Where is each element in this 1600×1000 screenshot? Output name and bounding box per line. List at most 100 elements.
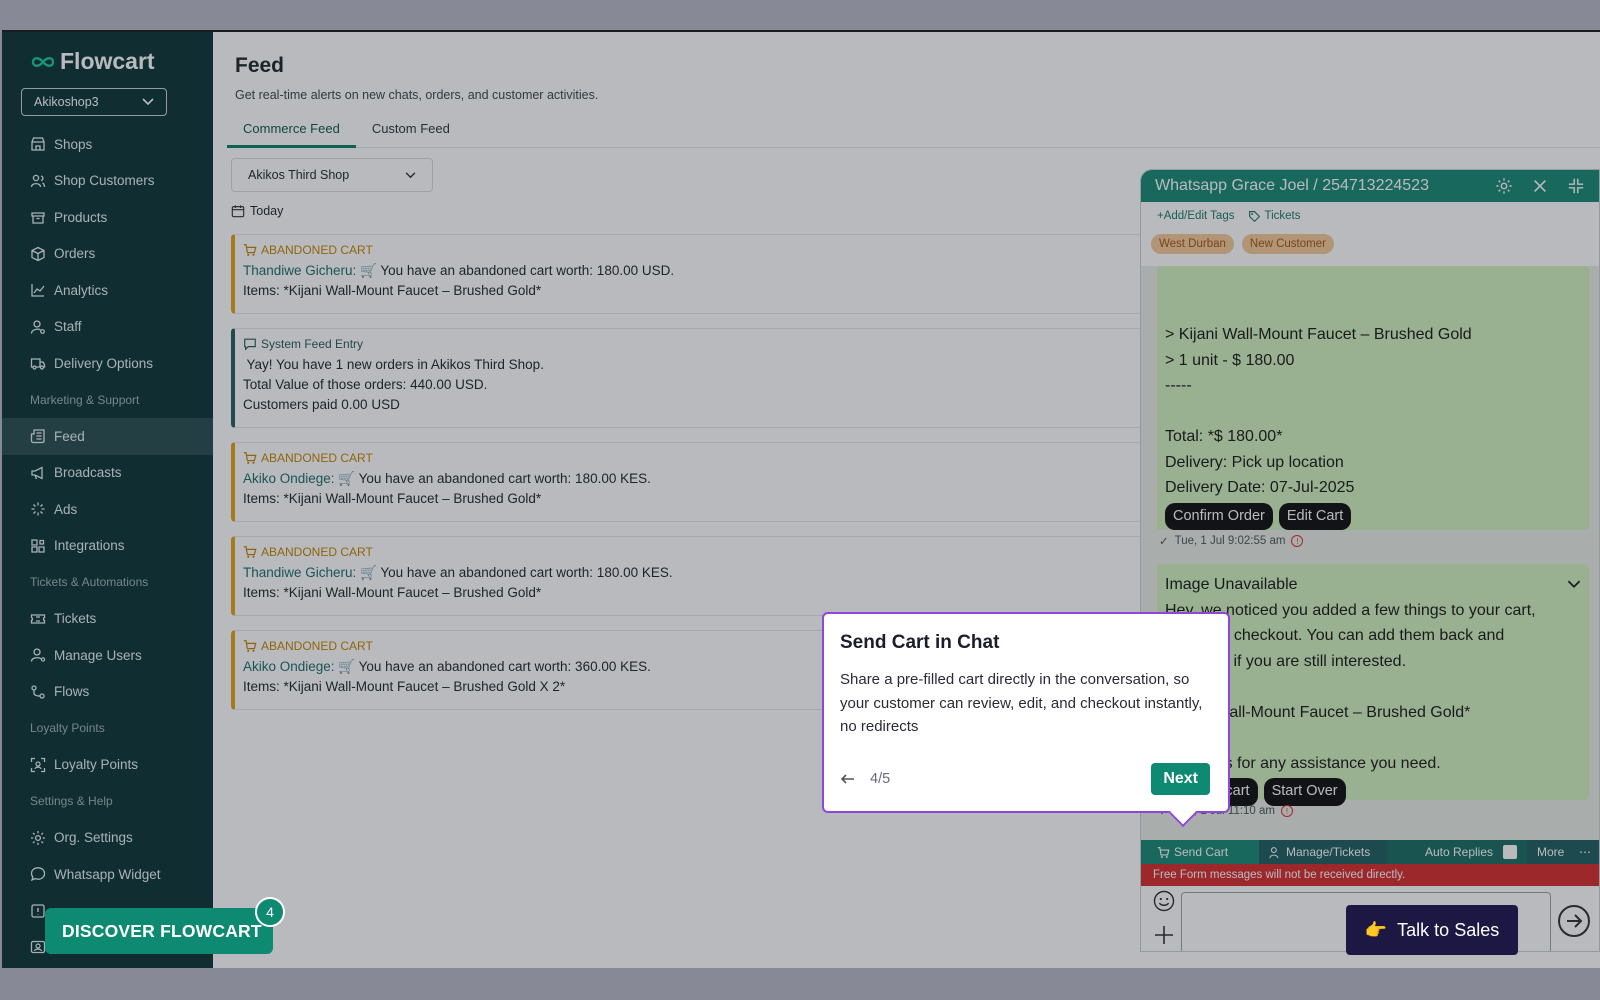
sidebar-item-whatsapp-widget[interactable]: Whatsapp Widget — [2, 856, 213, 893]
sidebar-item-org-settings[interactable]: Org. Settings — [2, 820, 213, 857]
feed-card-kind-label: ABANDONED CART — [261, 243, 373, 257]
tab-commerce-feed[interactable]: Commerce Feed — [227, 114, 356, 148]
sidebar-item-ads[interactable]: Ads — [2, 491, 213, 528]
feed-card-kind-label: ABANDONED CART — [261, 451, 373, 465]
id-card-icon — [30, 941, 46, 954]
message-line: Delivery: Pick up location — [1165, 453, 1344, 471]
auto-replies-checkbox[interactable] — [1503, 845, 1517, 859]
auto-replies-label: Auto Replies — [1424, 845, 1493, 859]
message-timestamp: ✓ Tue, 1 Jul 9:02:55 am ! — [1159, 534, 1304, 548]
free-form-warning: Free Form messages will not be received … — [1141, 864, 1599, 886]
more-button[interactable]: More ⋯ — [1527, 840, 1599, 864]
message-line: > Kijani Wall-Mount Faucet – Brushed Gol… — [1165, 326, 1472, 343]
send-cart-label: Send Cart — [1174, 845, 1229, 859]
tickets-link[interactable]: Tickets — [1248, 210, 1300, 223]
sidebar-item-shops[interactable]: Shops — [2, 126, 213, 163]
sidebar-item-flows[interactable]: Flows — [2, 674, 213, 711]
customer-name-link[interactable]: Akiko Ondiege: — [243, 659, 335, 674]
message-line: Total: *$ 180.00* — [1165, 428, 1283, 445]
sidebar-item-loyalty-points[interactable]: Loyalty Points — [2, 747, 213, 784]
tour-body: Share a pre-filled cart directly in the … — [840, 671, 1203, 735]
sidebar-item-label: Shop Customers — [54, 173, 155, 189]
plus-icon[interactable] — [1153, 924, 1175, 946]
close-icon[interactable] — [1531, 177, 1549, 195]
user-cog-icon — [30, 648, 46, 662]
cart-icon — [243, 640, 257, 652]
tour-footer: 4/5 Next — [840, 763, 1210, 795]
customer-name-link[interactable]: Akiko Ondiege: — [243, 471, 335, 486]
manage-tickets-label: Manage/Tickets — [1286, 845, 1371, 859]
edit-cart-button[interactable]: Edit Cart — [1278, 502, 1352, 530]
nav-section-heading: Settings & Help — [30, 794, 113, 809]
send-arrow-icon[interactable] — [1557, 904, 1591, 938]
image-unavailable: Image Unavailable — [1165, 576, 1298, 593]
tour-popover: Send Cart in Chat Share a pre-filled car… — [822, 612, 1230, 828]
sidebar-item-label: Delivery Options — [54, 355, 154, 371]
chevron-down-icon[interactable] — [1567, 580, 1581, 589]
sidebar: Flowcart Akikoshop3 Shops Shop Customers P… — [2, 32, 213, 968]
sidebar-item-feed[interactable]: Feed — [2, 418, 213, 455]
cart-icon — [243, 546, 257, 558]
auto-replies-toggle[interactable]: Auto Replies — [1387, 840, 1527, 864]
sidebar-item-products[interactable]: Products — [2, 199, 213, 236]
tour-next-button[interactable]: Next — [1151, 763, 1210, 795]
brand-logo[interactable]: Flowcart — [30, 48, 155, 75]
sparkle-icon — [31, 502, 45, 516]
sidebar-item-label: Whatsapp Widget — [54, 866, 161, 882]
chat-toolbar: Send Cart Manage/Tickets Auto Replies Mo… — [1141, 840, 1599, 864]
feed-shop-select[interactable]: Akikos Third Shop — [231, 158, 433, 192]
customer-name-link[interactable]: Thandiwe Gicheru: — [243, 565, 356, 580]
sidebar-item-integrations[interactable]: Integrations — [2, 528, 213, 565]
sidebar-item-staff[interactable]: Staff — [2, 309, 213, 346]
calendar-icon — [231, 205, 245, 218]
discover-flowcart-button[interactable]: DISCOVER FLOWCART — [45, 908, 273, 954]
talk-to-sales-label: Talk to Sales — [1397, 919, 1500, 940]
ticket-icon — [30, 614, 46, 624]
sidebar-item-delivery-options[interactable]: Delivery Options — [2, 345, 213, 382]
sidebar-item-manage-users[interactable]: Manage Users — [2, 637, 213, 674]
confirm-order-button[interactable]: Confirm Order — [1165, 502, 1273, 530]
sidebar-item-analytics[interactable]: Analytics — [2, 272, 213, 309]
chat-title: Whatsapp Grace Joel / 254713224523 — [1155, 177, 1429, 194]
arrow-left-icon[interactable] — [840, 771, 856, 787]
sidebar-item-label: Integrations — [54, 538, 125, 554]
more-label: More — [1537, 845, 1565, 859]
message-line — [1165, 399, 1581, 425]
shop-selector[interactable]: Akikoshop3 — [21, 88, 167, 116]
sidebar-item-label: Products — [54, 209, 108, 225]
nav-section-heading: Loyalty Points — [30, 721, 105, 736]
tour-step-counter: 4/5 — [870, 771, 891, 787]
app-window: Flowcart Akikoshop3 Shops Shop Customers P… — [2, 30, 1600, 968]
truck-icon — [30, 358, 46, 370]
add-edit-tags-link[interactable]: +Add/Edit Tags — [1157, 210, 1234, 222]
puzzle-icon — [31, 539, 45, 553]
emoji-icon[interactable] — [1153, 890, 1175, 912]
sidebar-nav: Shops Shop Customers Products Orders Analyti… — [2, 126, 213, 966]
tag-chip[interactable]: West Durban — [1151, 234, 1234, 254]
timestamp-text: Tue, 1 Jul 9:02:55 am — [1174, 535, 1286, 547]
send-cart-button[interactable]: Send Cart — [1141, 840, 1259, 864]
sidebar-item-label: Tickets — [54, 611, 97, 627]
error-icon: ! — [1291, 535, 1304, 547]
feed-card-text: 🛒 You have an abandoned cart worth: 180.… — [338, 471, 651, 486]
talk-to-sales-button[interactable]: 👉 Talk to Sales — [1346, 905, 1518, 955]
sidebar-item-orders[interactable]: Orders — [2, 236, 213, 273]
megaphone-icon — [31, 466, 43, 480]
sidebar-item-broadcasts[interactable]: Broadcasts — [2, 455, 213, 492]
cart-icon — [1157, 846, 1170, 858]
sidebar-item-shop-customers[interactable]: Shop Customers — [2, 163, 213, 200]
gear-icon[interactable] — [1495, 177, 1513, 195]
store-icon — [31, 137, 45, 151]
tab-custom-feed[interactable]: Custom Feed — [356, 114, 466, 148]
start-over-button[interactable]: Start Over — [1263, 778, 1346, 806]
collapse-icon[interactable] — [1567, 177, 1585, 195]
feed-shop-value: Akikos Third Shop — [248, 168, 350, 182]
sent-check-icon: ✓ — [1159, 536, 1169, 548]
tag-chip[interactable]: New Customer — [1241, 234, 1334, 254]
sidebar-item-tickets[interactable]: Tickets — [2, 601, 213, 638]
flow-icon — [31, 685, 45, 699]
sidebar-item-label: Flows — [54, 684, 90, 700]
newspaper-icon — [30, 429, 45, 444]
manage-tickets-button[interactable]: Manage/Tickets — [1259, 840, 1387, 864]
customer-name-link[interactable]: Thandiwe Gicheru: — [243, 263, 356, 278]
